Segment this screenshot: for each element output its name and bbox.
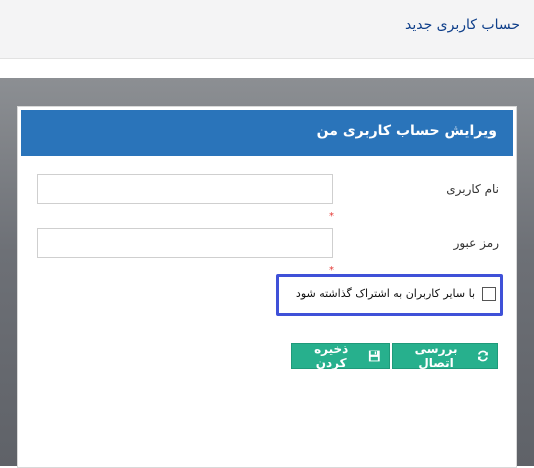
password-input[interactable]: [37, 228, 333, 258]
share-option-highlight: با سایر کاربران به اشتراک گذاشته شود: [276, 274, 503, 316]
username-label: نام کاربری: [446, 182, 499, 196]
save-button[interactable]: ذخیره کردن: [291, 342, 390, 370]
test-connection-label: بررسی اتصال: [414, 342, 458, 370]
floppy-disk-icon: [369, 350, 381, 362]
dialog-title: ویرایش حساب کاربری من: [316, 123, 497, 139]
share-checkbox-label: با سایر کاربران به اشتراک گذاشته شود: [295, 287, 475, 300]
refresh-icon: [478, 350, 488, 362]
edit-account-dialog: ویرایش حساب کاربری من نام کاربری * رمز ع…: [17, 106, 517, 468]
page-title: حساب کاربری جدید: [404, 17, 520, 33]
test-connection-button[interactable]: بررسی اتصال: [392, 342, 498, 370]
username-required-mark: *: [329, 211, 334, 222]
password-label: رمز عبور: [453, 236, 499, 250]
save-label: ذخیره کردن: [314, 342, 349, 370]
username-input[interactable]: [37, 174, 333, 204]
top-bar: حساب کاربری جدید: [0, 0, 534, 59]
dialog-header: ویرایش حساب کاربری من: [21, 110, 513, 156]
share-checkbox[interactable]: [482, 287, 496, 301]
